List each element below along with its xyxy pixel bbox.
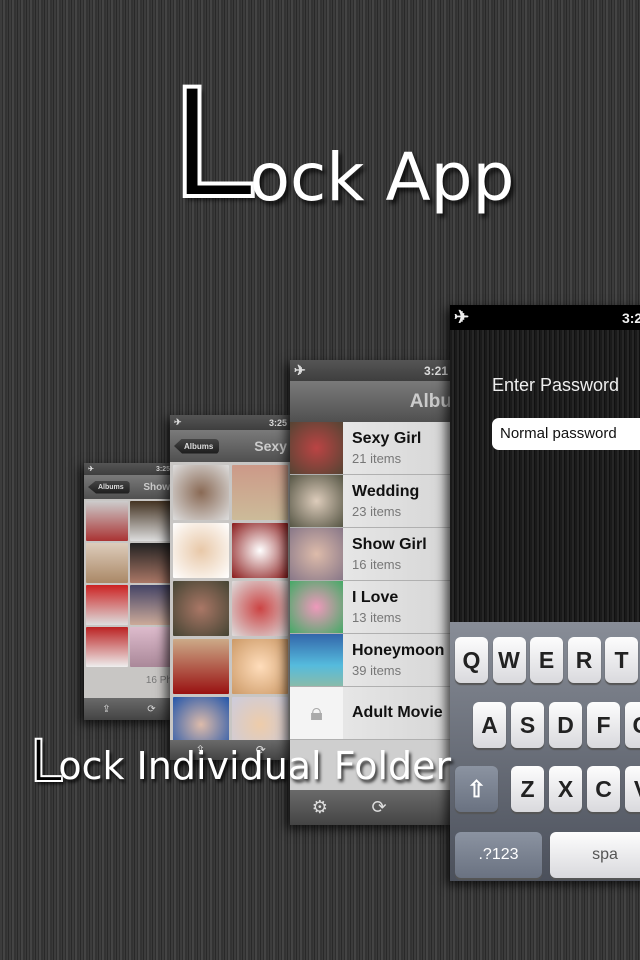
headline-letter: L [168,58,256,232]
space-key[interactable]: spa [550,832,640,878]
key-a[interactable]: A [473,702,506,748]
album-count: 13 items [352,610,402,625]
refresh-icon[interactable]: ⟳ [372,797,387,818]
airplane-icon: ✈ [88,466,94,473]
screen-show-album: ✈ 3:25 Albums Show 16 Ph ⇪ ⟳ [84,463,174,720]
album-row[interactable]: Sexy Girl 21 items [290,422,452,475]
nav-title: Albu [409,390,452,412]
album-count: 39 items [352,663,402,678]
back-button[interactable]: Albums [174,438,220,454]
nav-title: Sexy [254,438,287,454]
album-name: Show Girl [352,536,427,553]
numbers-key[interactable]: .?123 [455,832,542,878]
key-v[interactable]: V [625,766,640,812]
key-r[interactable]: R [567,637,601,683]
album-list: Sexy Girl 21 items Wedding 23 items Show G… [290,422,452,740]
album-count: 16 items [352,557,402,572]
airplane-icon: ✈ [454,307,470,327]
album-name: Sexy Girl [352,430,422,447]
album-count: 21 items [352,451,402,466]
status-time: 3:21 [621,309,640,326]
subheadline-text: ock Individual Folder [58,744,452,788]
key-c[interactable]: C [587,766,620,812]
album-name: Wedding [352,483,420,500]
headline: Lock App [168,58,515,232]
key-f[interactable]: F [587,702,620,748]
headline-text: ock App [249,139,515,216]
refresh-icon[interactable]: ⟳ [147,704,155,715]
shift-icon[interactable]: ⇧ [455,766,498,812]
key-x[interactable]: X [549,766,582,812]
back-button[interactable]: Albums [88,480,130,494]
password-input[interactable]: Normal password [492,418,640,450]
screen-sexy-album: ✈ 3:25 Albums Sexy ⇪ ⟳ [170,415,291,760]
airplane-icon: ✈ [294,362,306,378]
key-w[interactable]: W [492,637,526,683]
status-time: 3:25 [155,465,170,473]
album-count: 23 items [352,504,402,519]
album-name: Honeymoon [352,642,445,659]
key-e[interactable]: E [530,637,563,683]
key-d[interactable]: D [549,702,582,748]
status-time: 3:25 [268,417,287,428]
photo-count: 16 Ph [145,675,172,686]
key-z[interactable]: Z [511,766,544,812]
key-q[interactable]: Q [455,637,488,683]
gear-icon[interactable]: ⚙ [312,797,328,818]
album-row[interactable]: Wedding 23 items [290,475,452,528]
password-prompt: Enter Password [492,375,620,395]
album-name: I Love [352,589,399,606]
key-g[interactable]: G [625,702,640,748]
screen-password: ✈ 3:21 Enter Password Normal password QWE… [450,305,640,881]
status-time: 3:21 [423,363,448,378]
subheadline: Lock Individual Folder [29,731,452,791]
album-row[interactable]: Show Girl 16 items [290,528,452,581]
album-name: Adult Movie [352,704,443,721]
airplane-icon: ✈ [174,417,182,427]
keyboard: QWERT ASDFG ⇧ ZXCV .?123spa [450,622,640,881]
key-t[interactable]: T [605,637,638,683]
share-icon[interactable]: ⇪ [102,704,110,715]
nav-title: Show [143,481,170,493]
key-s[interactable]: S [511,702,544,748]
album-row[interactable]: Honeymoon 39 items [290,634,452,687]
album-row[interactable]: I Love 13 items [290,581,452,634]
